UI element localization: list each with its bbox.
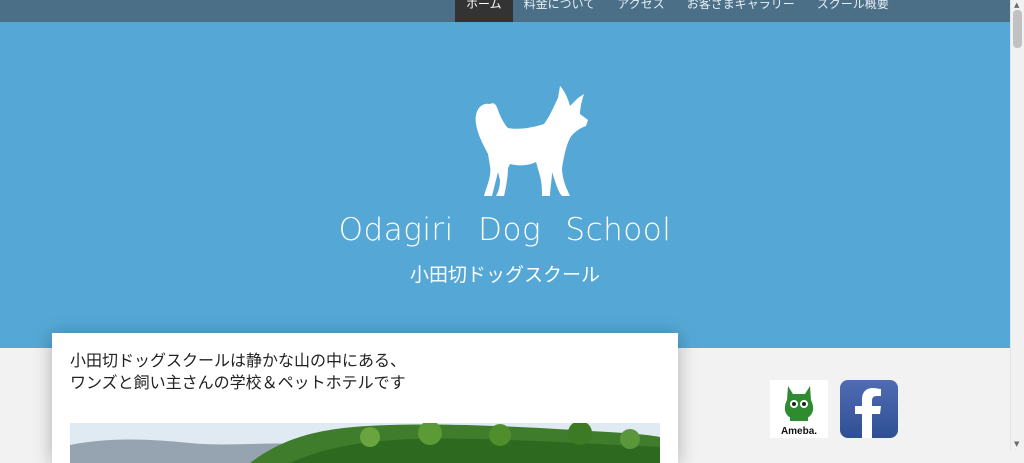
scroll-down-arrow-icon[interactable]: ▼ — [1014, 440, 1019, 448]
facebook-icon — [855, 388, 881, 438]
intro-card: 小田切ドッグスクールは静かな山の中にある、 ワンズと飼い主さんの学校＆ペットホテ… — [52, 333, 678, 463]
facebook-link[interactable] — [840, 380, 898, 438]
brand-name-japanese: 小田切ドッグスクール — [409, 264, 600, 286]
scroll-thumb[interactable] — [1013, 10, 1022, 48]
nav-item-school-overview[interactable]: スクール概要 — [806, 0, 900, 22]
hero-banner: Odagiri Dog School 小田切ドッグスクール — [0, 22, 1010, 348]
intro-text: 小田切ドッグスクールは静かな山の中にある、 ワンズと飼い主さんの学校＆ペットホテ… — [70, 350, 406, 394]
nav-item-gallery[interactable]: お客さまギャラリー — [676, 0, 806, 22]
nav-item-pricing[interactable]: 料金について — [513, 0, 607, 22]
scroll-up-arrow-icon[interactable]: ▲ — [1014, 1, 1019, 9]
top-navigation: ホーム 料金について アクセス お客さまギャラリー スクール概要 — [0, 0, 1010, 22]
nav-item-home[interactable]: ホーム — [455, 0, 513, 22]
hero-photo — [70, 423, 660, 463]
intro-line-2: ワンズと飼い主さんの学校＆ペットホテルです — [70, 373, 406, 392]
nav-item-access[interactable]: アクセス — [606, 0, 675, 22]
scrollbar[interactable]: ▲ ▼ — [1010, 0, 1024, 450]
nav-menu: ホーム 料金について アクセス お客さまギャラリー スクール概要 — [455, 0, 900, 22]
ameba-link[interactable]: Ameba. — [770, 380, 828, 438]
brand-name-english: Odagiri Dog School — [338, 212, 672, 248]
ameba-logo-icon: Ameba. — [770, 380, 828, 438]
dog-silhouette-icon — [475, 86, 588, 196]
ameba-label: Ameba. — [781, 426, 817, 437]
landscape-photo-icon — [70, 423, 660, 463]
intro-line-1: 小田切ドッグスクールは静かな山の中にある、 — [70, 351, 407, 370]
